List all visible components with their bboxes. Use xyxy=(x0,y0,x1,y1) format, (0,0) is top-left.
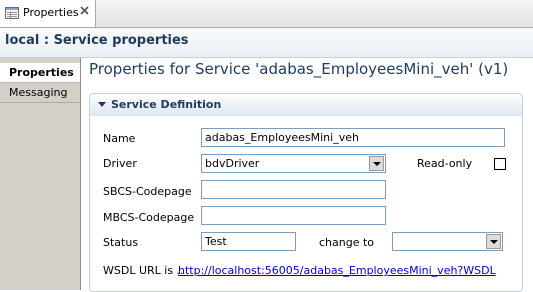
driver-label: Driver xyxy=(103,157,137,170)
change-to-label: change to xyxy=(319,236,375,249)
properties-view-tab[interactable]: Properties xyxy=(0,0,96,27)
read-only-label: Read-only xyxy=(417,157,473,170)
collapse-triangle-icon[interactable] xyxy=(98,102,106,107)
name-label: Name xyxy=(103,132,136,145)
read-only-checkbox[interactable] xyxy=(494,158,506,170)
driver-select-value: bdvDriver xyxy=(205,157,260,170)
change-to-select[interactable] xyxy=(392,232,503,251)
wsdl-url-link[interactable]: http://localhost:56005/adabas_EmployeesM… xyxy=(178,264,496,277)
page-tab-list: Properties Messaging xyxy=(0,58,81,290)
driver-select[interactable]: bdvDriver xyxy=(201,154,386,173)
tab-properties[interactable]: Properties xyxy=(0,63,80,83)
view-tab-strip: Properties xyxy=(0,0,533,28)
form-title-bar: local : Service properties xyxy=(0,28,533,58)
chevron-down-icon[interactable] xyxy=(369,156,384,171)
close-icon[interactable] xyxy=(79,5,90,16)
form-title: local : Service properties xyxy=(5,33,189,48)
status-label: Status xyxy=(103,236,139,249)
section-title: Service Definition xyxy=(111,98,222,111)
tab-messaging[interactable]: Messaging xyxy=(0,83,80,103)
name-field[interactable] xyxy=(201,128,505,147)
chevron-down-icon[interactable] xyxy=(486,234,501,249)
properties-view-icon xyxy=(5,7,19,19)
properties-view-tab-label: Properties xyxy=(23,6,79,19)
sbcs-codepage-field[interactable] xyxy=(201,180,386,199)
page-heading: Properties for Service 'adabas_Employees… xyxy=(89,60,509,78)
sbcs-codepage-label: SBCS-Codepage xyxy=(103,185,192,198)
mbcs-codepage-field[interactable] xyxy=(201,206,386,225)
section-header[interactable]: Service Definition xyxy=(90,94,522,116)
status-field[interactable] xyxy=(201,232,296,251)
wsdl-url-label: WSDL URL is .. xyxy=(103,264,184,277)
mbcs-codepage-label: MBCS-Codepage xyxy=(103,211,195,224)
